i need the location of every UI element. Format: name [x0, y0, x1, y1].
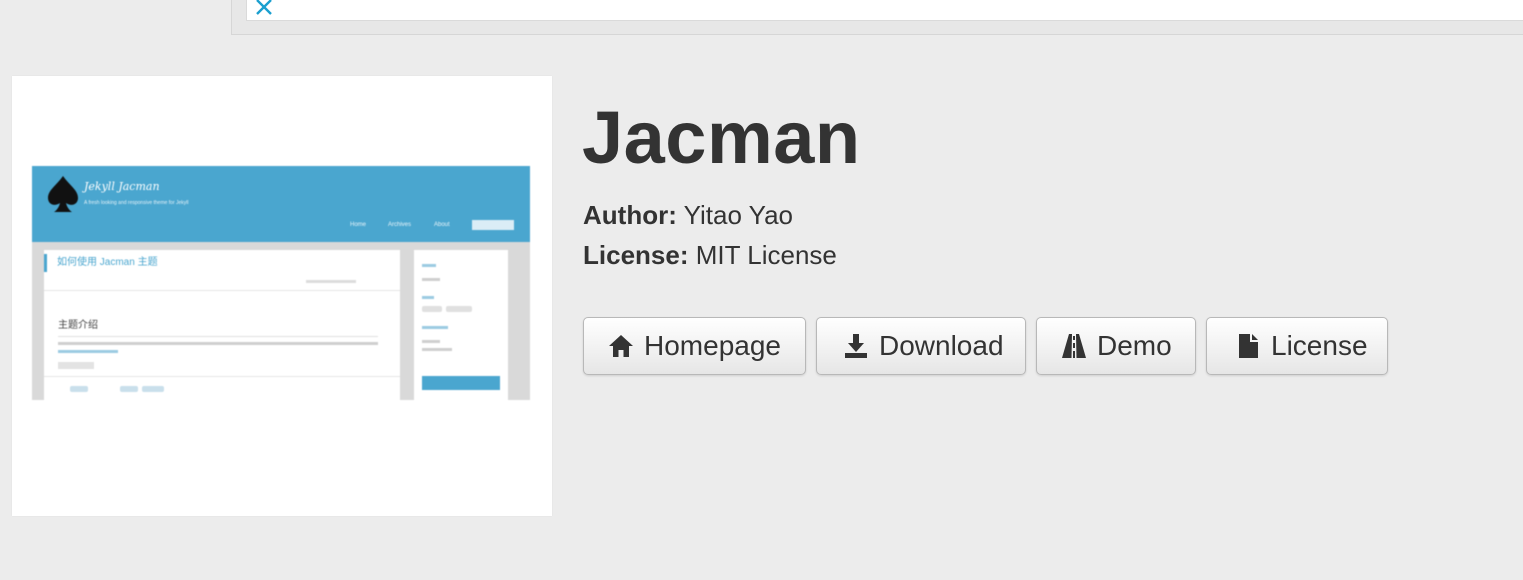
- screenshot-read-more: [58, 362, 94, 369]
- screenshot-nav-home: Home: [350, 222, 367, 228]
- screenshot-meta-line: [306, 280, 356, 283]
- home-icon: [609, 335, 633, 357]
- demo-button-label: Demo: [1097, 330, 1172, 361]
- license-line: License: MIT License: [583, 240, 837, 270]
- screenshot-side-heading: [422, 296, 434, 299]
- screenshot-side-heading: [422, 264, 436, 267]
- screenshot-tagline: A fresh looking and responsive theme for…: [84, 200, 189, 206]
- homepage-button[interactable]: Homepage: [583, 317, 806, 375]
- spade-icon: [48, 176, 78, 212]
- screenshot-nav-archives: Archives: [388, 222, 412, 228]
- file-icon: [1239, 334, 1258, 358]
- screenshot-divider: [44, 376, 400, 377]
- screenshot-tag: [120, 386, 138, 392]
- screenshot-post-title: 如何使用 Jacman 主题: [44, 254, 158, 272]
- screenshot-tag: [142, 386, 164, 392]
- screenshot-side-text: [422, 340, 440, 343]
- demo-button[interactable]: Demo: [1036, 317, 1196, 375]
- screenshot-header: Jekyll Jacman A fresh looking and respon…: [32, 166, 530, 242]
- homepage-button-label: Homepage: [644, 330, 781, 361]
- screenshot-divider: [44, 290, 400, 291]
- screenshot-section-heading: 主题介绍: [58, 320, 98, 331]
- screenshot-side-heading: [422, 326, 448, 329]
- screenshot-side-text: [422, 348, 452, 351]
- top-banner: [231, 0, 1523, 35]
- license-button[interactable]: License: [1206, 317, 1388, 375]
- screenshot-rule: [58, 336, 378, 337]
- license-button-label: License: [1271, 330, 1368, 361]
- license-label: License:: [583, 240, 689, 270]
- screenshot-side-tag: [446, 306, 472, 312]
- theme-screenshot[interactable]: Jekyll Jacman A fresh looking and respon…: [32, 166, 530, 400]
- author-value: Yitao Yao: [683, 200, 794, 230]
- license-value: MIT License: [695, 240, 837, 270]
- screenshot-side-tag: [422, 306, 442, 312]
- screenshot-text-line: [58, 342, 378, 345]
- road-icon: [1062, 334, 1086, 358]
- screenshot-nav-about: About: [434, 222, 450, 228]
- download-icon: [845, 334, 867, 358]
- screenshot-tag: [70, 386, 88, 392]
- screenshot-side-text: [422, 278, 440, 281]
- banner-content: [246, 0, 1523, 21]
- screenshot-text-line: [58, 350, 118, 353]
- download-button-label: Download: [879, 330, 1004, 361]
- author-line: Author: Yitao Yao: [583, 200, 793, 230]
- close-icon[interactable]: [251, 0, 275, 18]
- download-button[interactable]: Download: [816, 317, 1026, 375]
- theme-title: Jacman: [582, 96, 861, 179]
- author-label: Author:: [583, 200, 677, 230]
- screenshot-site-name: Jekyll Jacman: [84, 180, 160, 193]
- screenshot-post: 如何使用 Jacman 主题 主题介绍: [44, 250, 400, 400]
- screenshot-sidebar: [414, 250, 508, 400]
- screenshot-search: [472, 220, 514, 230]
- screenshot-side-button: [422, 376, 500, 390]
- theme-thumbnail-card[interactable]: Jekyll Jacman A fresh looking and respon…: [12, 76, 552, 516]
